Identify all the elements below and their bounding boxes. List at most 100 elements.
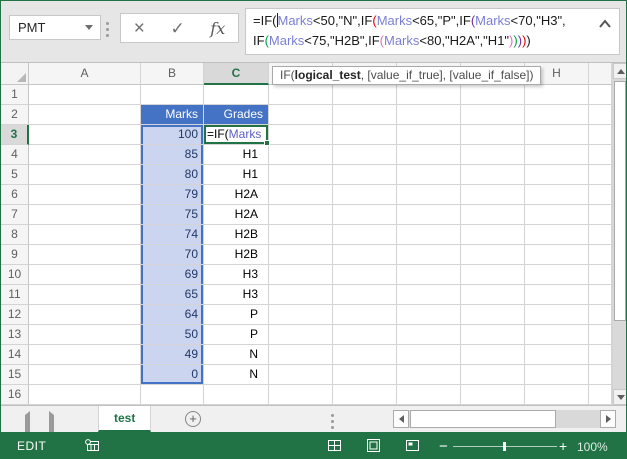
cell-D2[interactable] [269, 105, 333, 125]
cell-F5[interactable] [397, 165, 461, 185]
cell-E14[interactable] [333, 345, 397, 365]
cell-H14[interactable] [525, 345, 589, 365]
cell-D14[interactable] [269, 345, 333, 365]
row-header-14[interactable]: 14 [1, 345, 29, 365]
column-header-C[interactable]: C [204, 63, 269, 85]
cell-F3[interactable] [397, 125, 461, 145]
cell-F13[interactable] [397, 325, 461, 345]
cell-E6[interactable] [333, 185, 397, 205]
cell-A9[interactable] [29, 245, 141, 265]
cell-B1[interactable] [141, 85, 204, 105]
cell-E2[interactable] [333, 105, 397, 125]
horizontal-scrollbar-track[interactable] [409, 410, 600, 428]
cell-B11[interactable]: 65 [141, 285, 204, 305]
cell-C7[interactable]: H2A [204, 205, 269, 225]
cell-partial2[interactable] [589, 105, 612, 125]
cell-D12[interactable] [269, 305, 333, 325]
cell-B7[interactable]: 75 [141, 205, 204, 225]
cell-G8[interactable] [461, 225, 525, 245]
cell-partial10[interactable] [589, 265, 612, 285]
cell-H5[interactable] [525, 165, 589, 185]
row-header-9[interactable]: 9 [1, 245, 29, 265]
zoom-slider[interactable] [453, 442, 557, 451]
scroll-down-button[interactable] [613, 389, 626, 405]
cell-G1[interactable] [461, 85, 525, 105]
previous-sheet-button[interactable] [25, 411, 30, 436]
row-header-3[interactable]: 3 [1, 125, 29, 145]
vertical-scrollbar[interactable] [612, 63, 626, 405]
cell-A13[interactable] [29, 325, 141, 345]
cell-F12[interactable] [397, 305, 461, 325]
sheet-tab-test[interactable]: test [98, 406, 152, 432]
cell-A7[interactable] [29, 205, 141, 225]
cell-C12[interactable]: P [204, 305, 269, 325]
row-header-11[interactable]: 11 [1, 285, 29, 305]
cell-partial6[interactable] [589, 185, 612, 205]
normal-view-icon[interactable] [327, 438, 342, 453]
cell-A6[interactable] [29, 185, 141, 205]
cell-B6[interactable]: 79 [141, 185, 204, 205]
row-header-10[interactable]: 10 [1, 265, 29, 285]
row-header-4[interactable]: 4 [1, 145, 29, 165]
cell-A2[interactable] [29, 105, 141, 125]
cell-A14[interactable] [29, 345, 141, 365]
cancel-icon[interactable]: × [134, 19, 145, 38]
cell-partial7[interactable] [589, 205, 612, 225]
cell-E11[interactable] [333, 285, 397, 305]
insert-function-icon[interactable]: fx [210, 19, 225, 38]
cell-H3[interactable] [525, 125, 589, 145]
cell-C5[interactable]: H1 [204, 165, 269, 185]
cell-A12[interactable] [29, 305, 141, 325]
cell-A15[interactable] [29, 365, 141, 385]
cell-F2[interactable] [397, 105, 461, 125]
cell-G3[interactable] [461, 125, 525, 145]
cell-E16[interactable] [333, 385, 397, 405]
cell-partial8[interactable] [589, 225, 612, 245]
horizontal-scrollbar-thumb[interactable] [410, 410, 556, 428]
cell-A1[interactable] [29, 85, 141, 105]
cell-C15[interactable]: N [204, 365, 269, 385]
tab-scrollbar-splitter[interactable] [331, 414, 334, 429]
vertical-scrollbar-thumb[interactable] [614, 81, 626, 321]
cell-partial5[interactable] [589, 165, 612, 185]
cell-partial3[interactable] [589, 125, 612, 145]
cell-H10[interactable] [525, 265, 589, 285]
cell-B3[interactable]: 100 [141, 125, 204, 145]
row-header-15[interactable]: 15 [1, 365, 29, 385]
cell-A10[interactable] [29, 265, 141, 285]
cell-C13[interactable]: P [204, 325, 269, 345]
scroll-right-button[interactable] [600, 410, 616, 428]
cell-G6[interactable] [461, 185, 525, 205]
cell-F15[interactable] [397, 365, 461, 385]
cell-D5[interactable] [269, 165, 333, 185]
cell-G11[interactable] [461, 285, 525, 305]
cell-E15[interactable] [333, 365, 397, 385]
cell-E9[interactable] [333, 245, 397, 265]
cell-F11[interactable] [397, 285, 461, 305]
cell-B4[interactable]: 85 [141, 145, 204, 165]
cell-C6[interactable]: H2A [204, 185, 269, 205]
cell-B8[interactable]: 74 [141, 225, 204, 245]
cell-H12[interactable] [525, 305, 589, 325]
cell-G2[interactable] [461, 105, 525, 125]
formula-input[interactable]: =IF(Marks<50,"N",IF(Marks<65,"P",IF(Mark… [245, 8, 620, 55]
cell-partial1[interactable] [589, 85, 612, 105]
column-header-A[interactable]: A [29, 63, 141, 85]
cell-D8[interactable] [269, 225, 333, 245]
cell-C3[interactable]: =IF(Marks [204, 125, 270, 146]
cell-partial11[interactable] [589, 285, 612, 305]
cell-G16[interactable] [461, 385, 525, 405]
row-header-1[interactable]: 1 [1, 85, 29, 105]
cell-H16[interactable] [525, 385, 589, 405]
cell-E13[interactable] [333, 325, 397, 345]
cell-G5[interactable] [461, 165, 525, 185]
cell-C16[interactable] [204, 385, 269, 405]
row-header-2[interactable]: 2 [1, 105, 29, 125]
cell-E1[interactable] [333, 85, 397, 105]
cell-D11[interactable] [269, 285, 333, 305]
collapse-formula-bar-icon[interactable] [598, 18, 612, 30]
cell-G13[interactable] [461, 325, 525, 345]
cell-H6[interactable] [525, 185, 589, 205]
cell-F16[interactable] [397, 385, 461, 405]
column-header-partial[interactable] [589, 63, 612, 85]
